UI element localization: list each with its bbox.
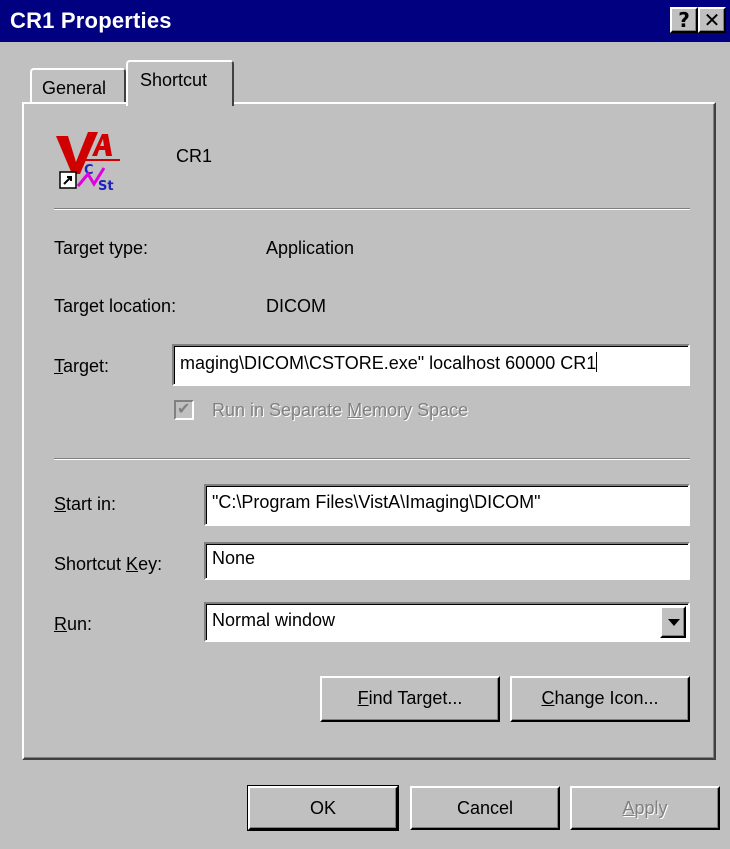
shortcut-panel <box>22 102 716 760</box>
target-label: Target: <box>54 356 109 377</box>
find-target-rest: ind Target... <box>368 688 463 708</box>
chevron-down-icon <box>668 619 680 626</box>
ok-label: OK <box>309 798 336 818</box>
change-icon-button[interactable]: Change Icon... <box>510 676 690 722</box>
target-label-rest: arget: <box>63 356 110 376</box>
ok-button[interactable]: OK <box>247 785 399 831</box>
run-select[interactable]: Normal window <box>204 602 690 642</box>
run-label: Run: <box>54 614 92 635</box>
target-label-accel: T <box>54 356 63 376</box>
start-in-input[interactable]: "C:\Program Files\VistA\Imaging\DICOM" <box>204 484 690 526</box>
tab-shortcut[interactable]: Shortcut <box>126 60 234 106</box>
shortcut-key-label-pre: Shortcut <box>54 554 127 574</box>
close-icon: ✕ <box>703 8 721 32</box>
vista-cstore-icon: C St <box>54 128 122 194</box>
start-in-label: Start in: <box>54 494 116 515</box>
separate-memory-checkbox[interactable]: ✔ <box>174 399 194 420</box>
find-target-label: Find Target... <box>322 678 498 709</box>
properties-dialog: CR1 Properties ? ✕ General Shortcut C St… <box>0 0 730 849</box>
separator-mid <box>54 458 690 460</box>
run-label-rest: un: <box>67 614 93 634</box>
separate-memory-label-accel: M <box>347 400 363 420</box>
target-location-value: DICOM <box>266 296 326 316</box>
shortcut-key-label-accel: K <box>126 554 139 574</box>
run-label-accel: R <box>54 614 67 634</box>
shortcut-key-label-post: ey: <box>138 554 163 574</box>
tab-general[interactable]: General <box>30 68 126 104</box>
apply-rest: pply <box>634 798 668 818</box>
window-title: CR1 Properties <box>10 8 172 33</box>
shortcut-key-label: Shortcut Key: <box>54 554 162 575</box>
change-icon-accel: C <box>541 688 555 708</box>
run-dropdown-button[interactable] <box>660 606 686 638</box>
change-icon-label: Change Icon... <box>512 678 688 709</box>
start-in-input-value: "C:\Program Files\VistA\Imaging\DICOM" <box>212 492 541 512</box>
apply-label: Apply <box>572 788 718 819</box>
cancel-button[interactable]: Cancel <box>410 786 560 830</box>
apply-accel: A <box>622 798 635 818</box>
separate-memory-label-pre: Run in Separate <box>212 400 348 420</box>
separate-memory-label: Run in Separate Memory Space <box>212 400 468 421</box>
target-input-value: maging\DICOM\CSTORE.exe" localhost 60000… <box>180 353 597 373</box>
close-button[interactable]: ✕ <box>698 7 726 33</box>
shortcut-key-input-value: None <box>212 548 256 568</box>
text-caret <box>596 352 598 372</box>
tab-shortcut-label: Shortcut <box>140 70 208 90</box>
find-target-accel: F <box>357 688 369 708</box>
separate-memory-label-post: emory Space <box>362 400 469 420</box>
check-icon: ✔ <box>177 399 191 418</box>
shortcut-name: CR1 <box>176 146 213 166</box>
find-target-button[interactable]: Find Target... <box>320 676 500 722</box>
help-button[interactable]: ? <box>670 7 698 33</box>
shortcut-key-input[interactable]: None <box>204 542 690 580</box>
title-bar[interactable]: CR1 Properties ? ✕ <box>0 0 730 42</box>
target-input[interactable]: maging\DICOM\CSTORE.exe" localhost 60000… <box>172 344 690 386</box>
target-location-label: Target location: <box>54 296 177 316</box>
start-in-label-accel: S <box>54 494 67 514</box>
help-icon: ? <box>678 8 690 32</box>
svg-text:St: St <box>98 179 114 192</box>
apply-button[interactable]: Apply <box>570 786 720 830</box>
tab-general-label: General <box>42 78 107 98</box>
run-select-value: Normal window <box>212 610 336 630</box>
start-in-label-rest: tart in: <box>66 494 117 514</box>
target-type-value: Application <box>266 238 355 258</box>
cancel-label: Cancel <box>456 798 514 818</box>
change-icon-rest: hange Icon... <box>554 688 659 708</box>
target-type-label: Target type: <box>54 238 149 258</box>
separator-top <box>54 208 690 210</box>
